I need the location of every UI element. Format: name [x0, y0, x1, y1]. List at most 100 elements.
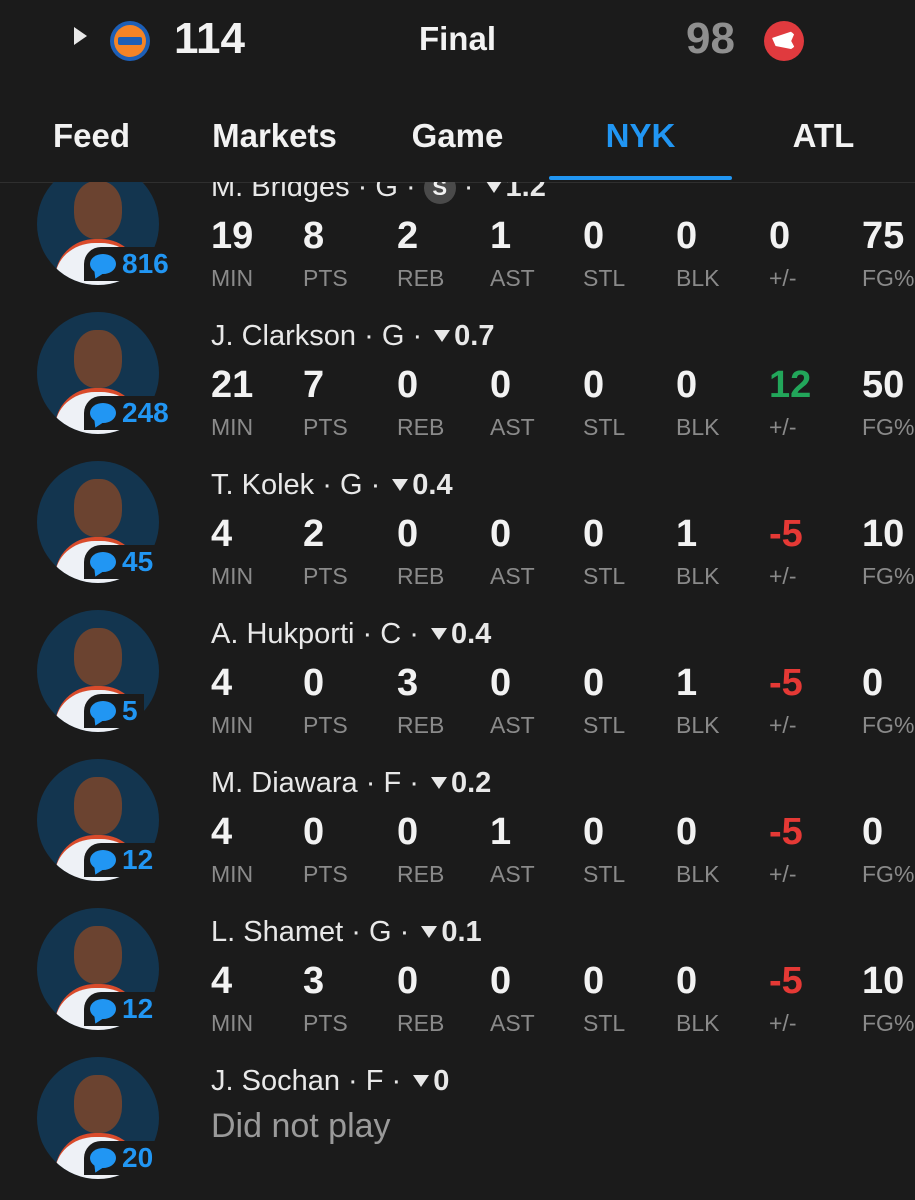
- chat-bubble-icon: [90, 999, 116, 1019]
- stat-value-stl: 0: [583, 513, 605, 555]
- stat-value-reb: 0: [397, 811, 419, 853]
- stat-label: STL: [583, 563, 626, 589]
- stat-value-blk: 0: [676, 364, 698, 406]
- fantasy-value: 0: [433, 1065, 450, 1097]
- comment-count: 45: [122, 546, 154, 577]
- comment-count-badge[interactable]: 20: [84, 1141, 160, 1175]
- stat-label: AST: [490, 712, 535, 738]
- stat-value-fg-pct: 75: [862, 215, 905, 257]
- stat-label: STL: [583, 712, 626, 738]
- comment-count: 12: [122, 844, 154, 875]
- fantasy-value: 1.2: [505, 182, 546, 203]
- comment-count-badge[interactable]: 248: [84, 396, 175, 430]
- stat-label: BLK: [676, 1010, 720, 1036]
- stat-value-fg-pct: 0: [862, 662, 884, 704]
- player-name-line[interactable]: M. Diawara · F · 0.2: [211, 767, 491, 800]
- player-name-line[interactable]: J. Sochan · F · 0: [211, 1065, 449, 1098]
- player-list[interactable]: 816 M. Bridges · G · S · 1.2 19 MIN 8 PTS 2 REB…: [0, 182, 915, 1200]
- starter-badge: S: [423, 182, 456, 205]
- stat-label: PTS: [303, 1010, 348, 1036]
- stat-value-blk: 0: [676, 215, 698, 257]
- stat-label: BLK: [676, 861, 720, 887]
- stat-value-fg-pct: 10: [862, 513, 905, 555]
- player-position: F: [383, 767, 402, 799]
- fantasy-filter-icon: [392, 479, 409, 492]
- stat-value-ast: 0: [490, 364, 512, 406]
- stat-value-blk: 0: [676, 960, 698, 1002]
- stat-value-min: 4: [211, 662, 233, 704]
- stat-label: +/-: [769, 861, 797, 887]
- stat-label: STL: [583, 861, 626, 887]
- stat-value-plus-minus: 12: [769, 364, 812, 406]
- tab-atl[interactable]: ATL: [732, 86, 915, 182]
- stat-value-reb: 0: [397, 960, 419, 1002]
- player-position: G: [339, 469, 363, 501]
- stat-label: FG%: [862, 861, 915, 887]
- player-row[interactable]: 816 M. Bridges · G · S · 1.2 19 MIN 8 PTS 2 REB…: [0, 182, 915, 312]
- stat-value-min: 4: [211, 513, 233, 555]
- player-position: G: [375, 182, 398, 203]
- player-name: J. Clarkson: [211, 320, 357, 352]
- fantasy-value: 0.1: [441, 916, 482, 948]
- stat-label: BLK: [676, 414, 720, 440]
- stat-value-ast: 1: [490, 811, 512, 853]
- player-row[interactable]: 5 A. Hukporti · C · 0.4 4 MIN 0 PTS 3 REB 0 AST 0 S…: [0, 610, 915, 759]
- player-position: G: [381, 320, 405, 352]
- player-row[interactable]: 12 M. Diawara · F · 0.2 4 MIN 0 PTS 0 REB 1 AST 0 S…: [0, 759, 915, 908]
- stat-label: FG%: [862, 414, 915, 440]
- tab-nyk[interactable]: NYK: [549, 86, 732, 182]
- stat-label: FG%: [862, 563, 915, 589]
- player-row[interactable]: 20 J. Sochan · F · 0 Did not play: [0, 1057, 915, 1200]
- comment-count-badge[interactable]: 45: [84, 545, 160, 579]
- fantasy-filter-icon: [413, 1075, 430, 1088]
- player-name: T. Kolek: [211, 469, 315, 501]
- player-name-line[interactable]: J. Clarkson · G · 0.7: [211, 320, 495, 353]
- stat-value-reb: 3: [397, 662, 419, 704]
- stat-value-plus-minus: -5: [769, 662, 803, 704]
- comment-count: 20: [122, 1142, 154, 1173]
- player-name-line[interactable]: L. Shamet · G · 0.1: [211, 916, 482, 949]
- player-name-line[interactable]: M. Bridges · G · S · 1.2: [211, 182, 546, 205]
- player-row[interactable]: 12 L. Shamet · G · 0.1 4 MIN 3 PTS 0 REB 0 AST 0 ST…: [0, 908, 915, 1057]
- stat-label: PTS: [303, 861, 348, 887]
- stat-label: STL: [583, 265, 626, 291]
- comment-count: 248: [122, 397, 169, 428]
- tab-feed[interactable]: Feed: [0, 86, 183, 182]
- comment-count-badge[interactable]: 12: [84, 992, 160, 1026]
- fantasy-filter-icon: [430, 777, 447, 790]
- comment-count-badge[interactable]: 816: [84, 247, 175, 281]
- tab-game[interactable]: Game: [366, 86, 549, 182]
- stat-label: REB: [397, 712, 445, 738]
- stat-label: BLK: [676, 265, 720, 291]
- tab-markets[interactable]: Markets: [183, 86, 366, 182]
- stat-label: BLK: [676, 563, 720, 589]
- stat-label: MIN: [211, 414, 254, 440]
- stat-label: MIN: [211, 563, 254, 589]
- stat-value-pts: 8: [303, 215, 325, 257]
- player-row[interactable]: 248 J. Clarkson · G · 0.7 21 MIN 7 PTS 0 REB 0 AS…: [0, 312, 915, 461]
- stat-label: PTS: [303, 563, 348, 589]
- chat-bubble-icon: [90, 552, 116, 572]
- comment-count: 816: [122, 248, 169, 279]
- stat-value-pts: 2: [303, 513, 325, 555]
- stat-label: AST: [490, 414, 535, 440]
- stat-label: REB: [397, 563, 445, 589]
- player-row[interactable]: 45 T. Kolek · G · 0.4 4 MIN 2 PTS 0 REB 0 AST 0 STL…: [0, 461, 915, 610]
- fantasy-filter-icon: [434, 330, 451, 343]
- comment-count-badge[interactable]: 12: [84, 843, 160, 877]
- stat-value-fg-pct: 0: [862, 811, 884, 853]
- tab-bar: Feed Markets Game NYK ATL: [0, 86, 915, 183]
- player-name-line[interactable]: A. Hukporti · C · 0.4: [211, 618, 491, 651]
- stat-value-blk: 1: [676, 513, 698, 555]
- fantasy-filter-icon: [485, 182, 502, 194]
- player-name: A. Hukporti: [211, 618, 355, 650]
- player-name-line[interactable]: T. Kolek · G · 0.4: [211, 469, 453, 502]
- stat-label: MIN: [211, 1010, 254, 1036]
- player-position: F: [365, 1065, 384, 1097]
- stat-value-reb: 2: [397, 215, 419, 257]
- stat-value-ast: 0: [490, 662, 512, 704]
- stat-value-stl: 0: [583, 364, 605, 406]
- player-position: G: [368, 916, 392, 948]
- comment-count-badge[interactable]: 5: [84, 694, 144, 728]
- stat-label: +/-: [769, 265, 797, 291]
